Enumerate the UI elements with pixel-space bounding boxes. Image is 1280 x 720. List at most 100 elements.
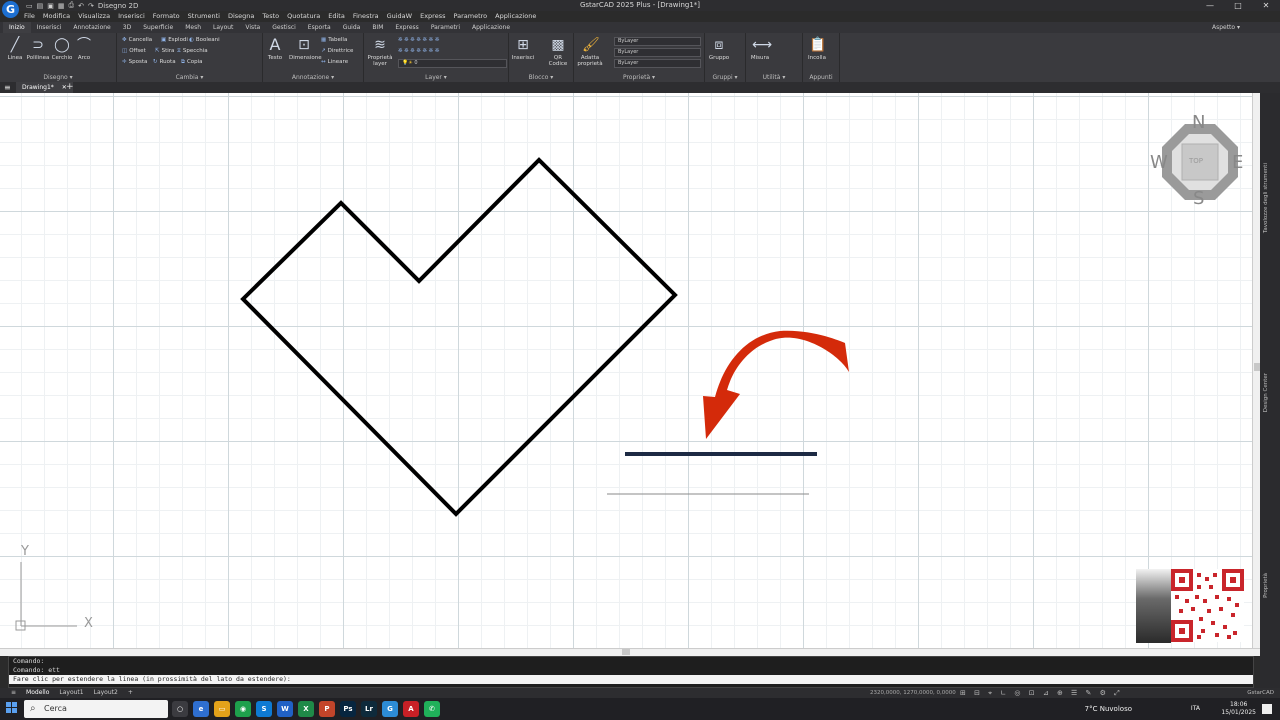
- properties-tab[interactable]: Proprietà: [1263, 573, 1269, 598]
- tab-vista[interactable]: Vista: [239, 22, 266, 33]
- panel-disegno-title[interactable]: Disegno ▾: [0, 74, 116, 81]
- layer-tools-row1[interactable]: ⛯ ⛯ ⛯ ⛯ ⛯ ⛯ ⛯: [398, 37, 439, 44]
- word-icon[interactable]: W: [277, 701, 293, 717]
- powerpoint-icon[interactable]: P: [319, 701, 335, 717]
- panel-proprieta-title[interactable]: Proprietà ▾: [574, 74, 704, 81]
- menu-disegna[interactable]: Disegna: [224, 11, 258, 22]
- compass-north[interactable]: N: [1192, 112, 1205, 133]
- tab-inserisci[interactable]: Inserisci: [31, 22, 68, 33]
- menu-formato[interactable]: Formato: [149, 11, 184, 22]
- mirror-tool[interactable]: ⧖ Specchia: [177, 48, 208, 55]
- weather-widget[interactable]: 7°C Nuvoloso: [1085, 698, 1132, 720]
- line-tool[interactable]: ╱ Linea: [3, 37, 27, 61]
- explode-tool[interactable]: ▣ Esplodi: [161, 37, 188, 43]
- status-menu-icon[interactable]: ≡: [6, 688, 21, 698]
- move-tool[interactable]: ✛ Sposta: [122, 59, 147, 65]
- boolean-tool[interactable]: ◐ Booleani: [189, 37, 220, 43]
- table-tool[interactable]: ▦ Tabella: [321, 37, 347, 43]
- whatsapp-icon[interactable]: ✆: [424, 701, 440, 717]
- qr-code-tool[interactable]: ▩ QR Codice: [545, 37, 571, 67]
- tab-layout1[interactable]: Layout1: [54, 688, 88, 698]
- lightroom-icon[interactable]: Lr: [361, 701, 377, 717]
- tab-applicazione[interactable]: Applicazione: [466, 22, 516, 33]
- menu-testo[interactable]: Testo: [258, 11, 283, 22]
- drawing-canvas[interactable]: N S E W TOP Y X: [0, 93, 1252, 648]
- tab-bim[interactable]: BIM: [366, 22, 389, 33]
- menu-edita[interactable]: Edita: [324, 11, 349, 22]
- new-tab-button[interactable]: +: [66, 82, 74, 93]
- lineweight-dropdown[interactable]: ByLayer: [614, 59, 701, 68]
- panel-blocco-title[interactable]: Blocco ▾: [509, 74, 573, 81]
- task-view-icon[interactable]: ○: [172, 701, 188, 717]
- tab-inizio[interactable]: Inizio: [3, 22, 31, 33]
- erase-tool[interactable]: ✥ Cancella: [122, 37, 152, 43]
- measure-tool[interactable]: ⟷ Misura: [748, 37, 772, 61]
- layer-dropdown[interactable]: 💡☀ 0: [398, 59, 507, 68]
- leader-tool[interactable]: ↗ Direttrice: [321, 48, 353, 54]
- compass-south[interactable]: S: [1193, 188, 1204, 209]
- edge-icon[interactable]: e: [193, 701, 209, 717]
- tab-modello[interactable]: Modello: [21, 688, 54, 698]
- view-cube-top-face[interactable]: TOP: [1189, 157, 1203, 165]
- maximize-button[interactable]: □: [1224, 0, 1252, 11]
- group-tool[interactable]: ⧈ Gruppo: [707, 37, 731, 61]
- file-explorer-icon[interactable]: ▭: [214, 701, 230, 717]
- command-input[interactable]: Fare clic per estendere la linea (in pro…: [9, 675, 1253, 684]
- horizontal-scroll-thumb[interactable]: [622, 649, 630, 655]
- tab-express[interactable]: Express: [389, 22, 424, 33]
- tab-gestisci[interactable]: Gestisci: [266, 22, 302, 33]
- text-tool[interactable]: A Testo: [263, 37, 287, 62]
- aspect-dropdown[interactable]: Aspetto ▾: [1212, 22, 1240, 33]
- tab-layout2[interactable]: Layout2: [89, 688, 123, 698]
- panel-gruppi-title[interactable]: Gruppi ▾: [705, 74, 745, 81]
- menu-modifica[interactable]: Modifica: [39, 11, 74, 22]
- app-logo[interactable]: G: [2, 1, 19, 18]
- menu-finestra[interactable]: Finestra: [349, 11, 383, 22]
- photoshop-icon[interactable]: Ps: [340, 701, 356, 717]
- panel-layer-title[interactable]: Layer ▾: [364, 74, 508, 81]
- taskbar-search[interactable]: ⌕ Cerca: [24, 700, 168, 718]
- match-properties-tool[interactable]: 🖌 Adatta proprietà: [576, 37, 604, 67]
- horizontal-scrollbar[interactable]: [0, 648, 1260, 656]
- menu-express[interactable]: Express: [416, 11, 449, 22]
- minimize-button[interactable]: —: [1196, 0, 1224, 11]
- menu-visualizza[interactable]: Visualizza: [74, 11, 114, 22]
- windows-start-button[interactable]: [6, 702, 18, 714]
- menu-hamburger-icon[interactable]: ≡: [4, 83, 11, 92]
- gstarcad-icon[interactable]: G: [382, 701, 398, 717]
- tab-mesh[interactable]: Mesh: [179, 22, 207, 33]
- panel-utilita-title[interactable]: Utilità ▾: [746, 74, 802, 81]
- document-tab[interactable]: Drawing1* ✕: [16, 82, 73, 93]
- layer-properties-tool[interactable]: ≋ Proprietà layer: [366, 37, 394, 67]
- circle-tool[interactable]: ◯ Cerchio: [50, 37, 74, 61]
- add-layout-icon[interactable]: +: [123, 688, 138, 698]
- paste-tool[interactable]: 📋 Incolla: [805, 37, 829, 61]
- tool-palettes-tab[interactable]: Tavolozze degli strumenti: [1263, 163, 1269, 233]
- tab-esporta[interactable]: Esporta: [302, 22, 337, 33]
- close-button[interactable]: ✕: [1252, 0, 1280, 11]
- menu-applicazione[interactable]: Applicazione: [491, 11, 540, 22]
- arc-tool[interactable]: ⌒ Arco: [72, 37, 96, 61]
- tab-guida[interactable]: Guida: [337, 22, 367, 33]
- tab-layout[interactable]: Layout: [207, 22, 239, 33]
- tab-annotazione[interactable]: Annotazione: [67, 22, 116, 33]
- tab-superficie[interactable]: Superficie: [137, 22, 179, 33]
- dimension-tool[interactable]: ⊡ Dimensione: [289, 37, 322, 61]
- copy-tool[interactable]: ⧉ Copia: [181, 59, 203, 66]
- linear-tool[interactable]: ↔ Linearе: [321, 59, 348, 65]
- offset-tool[interactable]: ◫ Offset: [122, 48, 146, 54]
- menu-strumenti[interactable]: Strumenti: [184, 11, 224, 22]
- insert-tool[interactable]: ⊞ Inserisci: [511, 37, 535, 61]
- acrobat-icon[interactable]: A: [403, 701, 419, 717]
- rotate-tool[interactable]: ↻ Ruota: [153, 59, 176, 65]
- compass-east[interactable]: E: [1232, 152, 1243, 173]
- linetype-dropdown[interactable]: ByLayer: [614, 48, 701, 57]
- heart-polyline[interactable]: [240, 157, 678, 517]
- menu-quotatura[interactable]: Quotatura: [283, 11, 324, 22]
- tab-3d[interactable]: 3D: [117, 22, 137, 33]
- compass-west[interactable]: W: [1150, 152, 1168, 173]
- chrome-icon[interactable]: ◉: [235, 701, 251, 717]
- layer-tools-row2[interactable]: ⛯ ⛯ ⛯ ⛯ ⛯ ⛯ ⛯: [398, 48, 439, 55]
- tab-parametri[interactable]: Parametri: [425, 22, 466, 33]
- notification-icon[interactable]: [1262, 704, 1272, 714]
